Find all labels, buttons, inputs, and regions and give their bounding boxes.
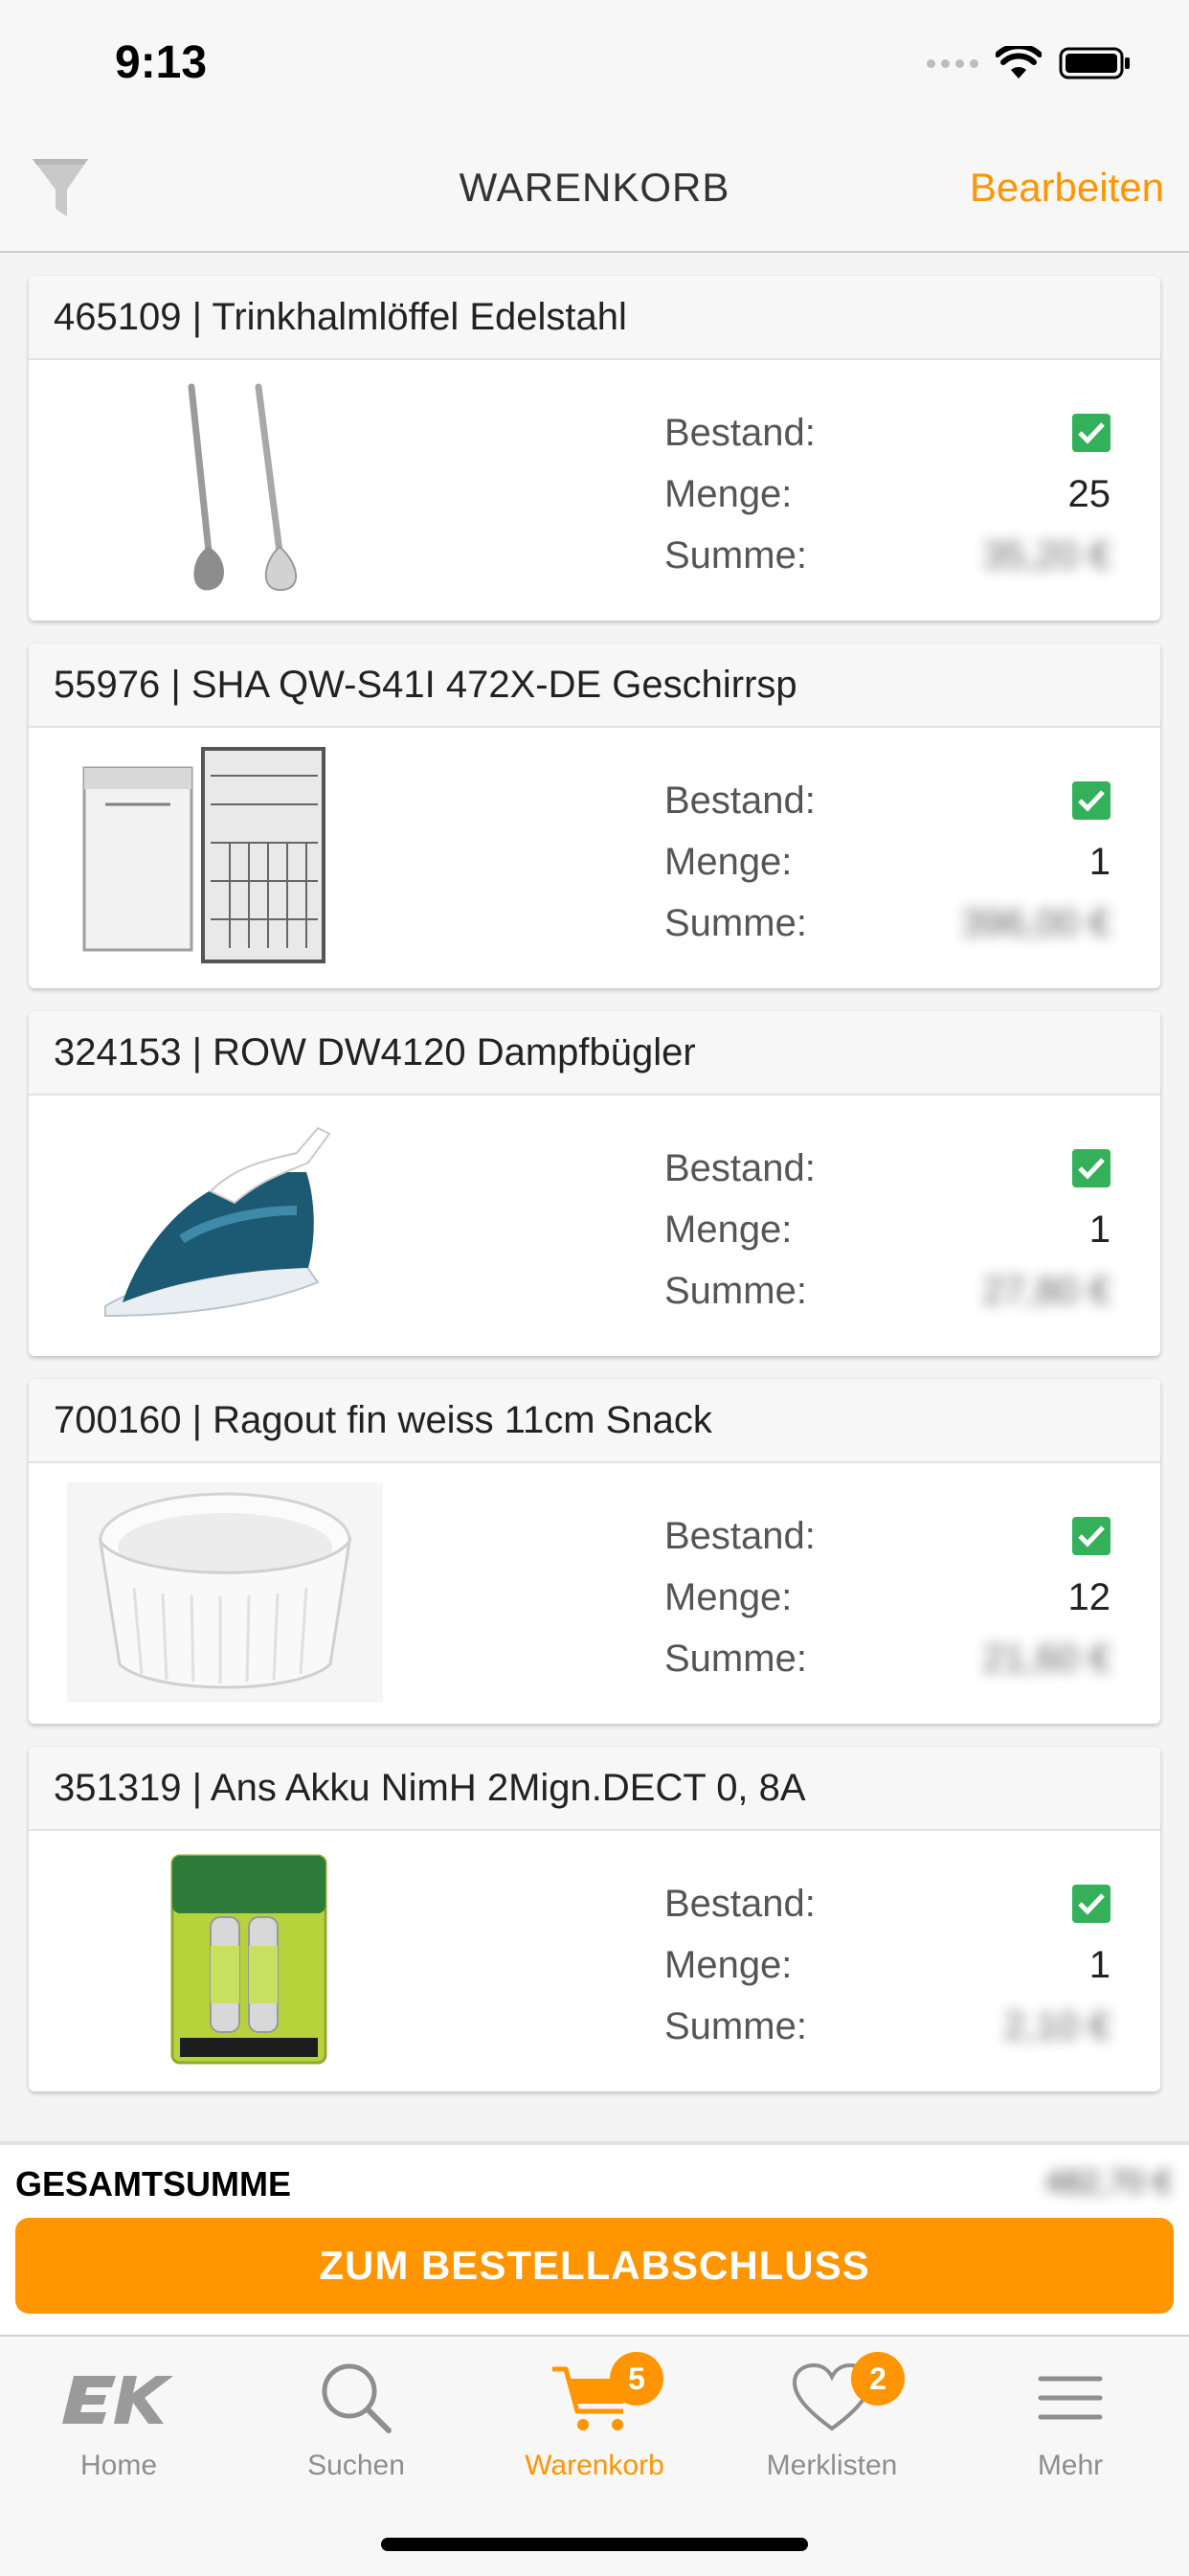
sum-label: Summe: xyxy=(664,534,807,576)
item-title: 700160 | Ragout fin weiss 11cm Snack xyxy=(29,1379,1160,1463)
item-title: 465109 | Trinkhalmlöffel Edelstahl xyxy=(29,276,1160,360)
product-image-iron xyxy=(104,1126,331,1318)
battery-icon xyxy=(1059,47,1130,79)
tab-search[interactable]: Suchen xyxy=(237,2337,475,2499)
quantity-row: Menge: 1 xyxy=(664,1936,1110,1994)
quantity-row: Menge: 25 xyxy=(664,465,1110,523)
product-image-spoons xyxy=(188,383,298,592)
quantity-value: 1 xyxy=(1088,1209,1110,1251)
quantity-value: 12 xyxy=(1067,1576,1111,1618)
sum-row: Summe: 2,10 € xyxy=(664,1998,1110,2055)
item-title: 351319 | Ans Akku NimH 2Mign.DECT 0, 8A xyxy=(29,1747,1160,1831)
quantity-label: Menge: xyxy=(664,473,793,515)
tab-cart[interactable]: 5 Warenkorb xyxy=(476,2337,713,2499)
cart-item[interactable]: 55976 | SHA QW-S41I 472X-DE Geschirrsp B… xyxy=(29,644,1160,988)
sum-row: Summe: 396,00 € xyxy=(664,894,1110,952)
sum-value: 27,80 € xyxy=(982,1270,1110,1312)
quantity-label: Menge: xyxy=(664,1209,793,1251)
status-icons xyxy=(927,46,1132,80)
quantity-row: Menge: 12 xyxy=(664,1569,1110,1626)
stock-label: Bestand: xyxy=(664,1883,816,1925)
wishlist-badge: 2 xyxy=(851,2352,905,2406)
sum-row: Summe: 27,80 € xyxy=(664,1262,1110,1320)
cart-badge: 5 xyxy=(610,2352,663,2406)
stock-label: Bestand: xyxy=(664,412,816,454)
sum-label: Summe: xyxy=(664,1270,807,1312)
cart-item[interactable]: 465109 | Trinkhalmlöffel Edelstahl Besta… xyxy=(29,276,1160,621)
stock-row: Bestand: xyxy=(664,772,1110,829)
sum-value: 396,00 € xyxy=(961,902,1110,944)
status-time: 9:13 xyxy=(115,37,208,88)
quantity-label: Menge: xyxy=(664,841,793,883)
total-label: GESAMTSUMME xyxy=(15,2164,291,2203)
sum-value: 35,20 € xyxy=(982,534,1110,576)
tab-wishlists[interactable]: 2 Merklisten xyxy=(713,2337,951,2499)
check-icon xyxy=(1072,414,1110,452)
stock-row: Bestand: xyxy=(664,1875,1110,1932)
edit-button[interactable]: Bearbeiten xyxy=(970,165,1164,211)
cart-list[interactable]: 465109 | Trinkhalmlöffel Edelstahl Besta… xyxy=(0,253,1189,2139)
sum-label: Summe: xyxy=(664,902,807,944)
checkout-button[interactable]: ZUM BESTELLABSCHLUSS xyxy=(15,2218,1174,2314)
sum-value: 21,60 € xyxy=(982,1638,1110,1680)
stock-row: Bestand: xyxy=(664,1507,1110,1565)
tab-home[interactable]: Home xyxy=(0,2337,237,2499)
product-image-ramekin xyxy=(67,1482,383,1703)
stock-label: Bestand: xyxy=(664,1147,816,1189)
tab-label: Warenkorb xyxy=(525,2450,664,2481)
home-indicator[interactable] xyxy=(381,2538,808,2551)
wifi-icon xyxy=(996,46,1042,79)
product-image-battery xyxy=(170,1854,327,2065)
stock-row: Bestand: xyxy=(664,1140,1110,1197)
item-title: 55976 | SHA QW-S41I 472X-DE Geschirrsp xyxy=(29,644,1160,728)
tab-label: Merklisten xyxy=(766,2450,898,2481)
check-icon xyxy=(1072,1517,1110,1555)
tab-more[interactable]: Mehr xyxy=(952,2337,1189,2499)
quantity-value: 1 xyxy=(1088,1944,1110,1986)
total-bar: GESAMTSUMME 482,70 € ZUM BESTELLABSCHLUS… xyxy=(0,2141,1189,2337)
quantity-row: Menge: 1 xyxy=(664,1201,1110,1258)
status-bar: 9:13 xyxy=(0,0,1189,124)
tab-label: Mehr xyxy=(1037,2450,1104,2481)
tab-label: Suchen xyxy=(307,2450,405,2481)
quantity-row: Menge: 1 xyxy=(664,833,1110,891)
stock-label: Bestand: xyxy=(664,1515,816,1557)
navigation-bar: WARENKORB Bearbeiten xyxy=(0,124,1189,253)
total-value: 482,70 € xyxy=(1044,2164,1172,2201)
stock-label: Bestand: xyxy=(664,780,816,822)
sum-row: Summe: 21,60 € xyxy=(664,1630,1110,1687)
quantity-label: Menge: xyxy=(664,1576,793,1618)
quantity-value: 1 xyxy=(1088,841,1110,883)
item-title: 324153 | ROW DW4120 Dampfbügler xyxy=(29,1011,1160,1096)
check-icon xyxy=(1072,1885,1110,1923)
stock-row: Bestand: xyxy=(664,404,1110,462)
cart-item[interactable]: 700160 | Ragout fin weiss 11cm Snack Bes… xyxy=(29,1379,1160,1724)
sum-label: Summe: xyxy=(664,1638,807,1680)
product-image-dishwasher xyxy=(82,747,325,963)
sum-value: 2,10 € xyxy=(1003,2005,1110,2047)
check-icon xyxy=(1072,781,1110,820)
ek-logo-icon xyxy=(62,2376,173,2424)
signal-icon xyxy=(927,58,978,68)
sum-label: Summe: xyxy=(664,2005,807,2047)
search-icon xyxy=(322,2363,392,2433)
check-icon xyxy=(1072,1149,1110,1187)
sum-row: Summe: 35,20 € xyxy=(664,527,1110,584)
cart-item[interactable]: 324153 | ROW DW4120 Dampfbügler Bestand:… xyxy=(29,1011,1160,1356)
menu-icon xyxy=(1038,2376,1103,2420)
quantity-label: Menge: xyxy=(664,1944,793,1986)
cart-item[interactable]: 351319 | Ans Akku NimH 2Mign.DECT 0, 8A … xyxy=(29,1747,1160,2091)
quantity-value: 25 xyxy=(1067,473,1111,515)
tab-label: Home xyxy=(79,2450,158,2481)
